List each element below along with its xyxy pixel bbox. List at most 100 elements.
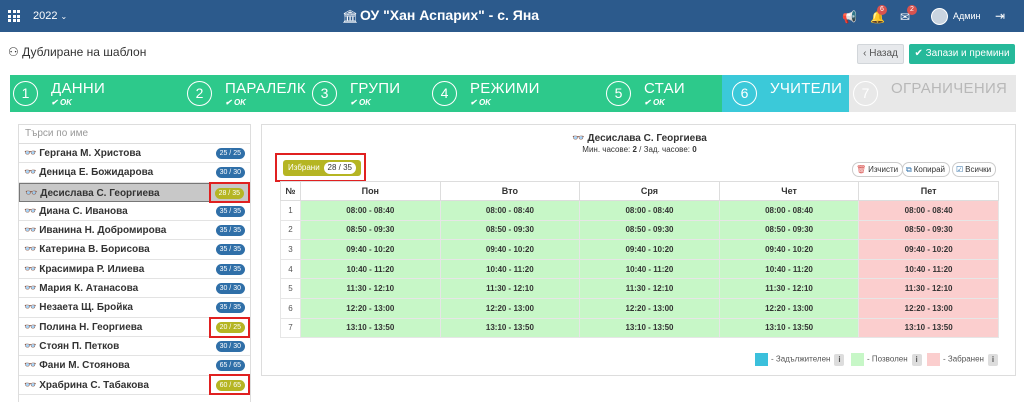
column-header[interactable]: Пон: [300, 181, 441, 201]
list-item[interactable]: 👓 Мария К. Атанасова 30 / 30: [19, 279, 250, 299]
slot-cell[interactable]: 11:30 - 12:10: [300, 278, 441, 299]
search-input[interactable]: Търси по име: [19, 125, 250, 144]
slot-cell[interactable]: 08:50 - 09:30: [579, 219, 720, 241]
slot-cell[interactable]: 13:10 - 13:50: [858, 317, 999, 339]
step-rezhimi[interactable]: 4 РЕЖИМИ ✔ OK: [432, 75, 602, 112]
list-item[interactable]: 👓 Стоян П. Петков 30 / 30: [19, 337, 250, 357]
copy-button[interactable]: ⧉ Копирай: [902, 162, 950, 177]
row-number: 3: [280, 239, 301, 260]
glasses-icon: 👓: [24, 148, 37, 159]
apps-grid-icon[interactable]: [8, 10, 20, 22]
clear-button[interactable]: 🗑 Изчисти: [852, 162, 904, 177]
highlight-box: [275, 153, 366, 182]
slot-cell[interactable]: 12:20 - 13:00: [579, 297, 720, 319]
slot-cell[interactable]: 13:10 - 13:50: [718, 317, 860, 339]
step-label: СТАИ: [644, 80, 685, 97]
trash-icon: 🗑: [856, 165, 867, 174]
slot-cell[interactable]: 08:00 - 08:40: [579, 200, 720, 221]
slot-cell[interactable]: 11:30 - 12:10: [718, 278, 860, 299]
slot-cell[interactable]: 10:40 - 11:20: [858, 258, 999, 280]
slot-cell[interactable]: 12:20 - 13:00: [858, 297, 999, 319]
column-header[interactable]: Вто: [439, 181, 581, 201]
slot-cell[interactable]: 10:40 - 11:20: [300, 258, 441, 280]
copy-icon: ⧉: [906, 165, 912, 174]
slot-cell[interactable]: 12:20 - 13:00: [300, 297, 441, 319]
step-paralelki[interactable]: 2 ПАРАЛЕЛКИ ✔ OK: [187, 75, 307, 112]
avatar[interactable]: [931, 8, 948, 25]
slot-cell[interactable]: 13:10 - 13:50: [439, 317, 581, 339]
slot-cell[interactable]: 12:20 - 13:00: [718, 297, 860, 319]
step-ogranichenia[interactable]: 7 ОГРАНИЧЕНИЯ: [853, 75, 1013, 112]
step-uchiteli[interactable]: 6 УЧИТЕЛИ: [732, 75, 847, 112]
slot-cell[interactable]: 08:00 - 08:40: [300, 200, 441, 221]
info-icon[interactable]: i: [834, 353, 845, 366]
step-data[interactable]: 1 ДАННИ ✔ OK: [13, 75, 183, 112]
slot-cell[interactable]: 11:30 - 12:10: [858, 278, 999, 299]
list-item[interactable]: 👓 Фани М. Стоянова 65 / 65: [19, 356, 250, 376]
year-selector[interactable]: 2022 ⌄: [33, 10, 67, 22]
year-label: 2022: [33, 10, 58, 22]
column-header[interactable]: Чет: [718, 181, 860, 201]
bell-icon[interactable]: 🔔 6: [870, 5, 887, 24]
slot-cell[interactable]: 11:30 - 12:10: [579, 278, 720, 299]
slot-cell[interactable]: 13:10 - 13:50: [579, 317, 720, 339]
step-status: ✔ OK: [51, 98, 72, 107]
table-row: 6 12:20 - 13:00 12:20 - 13:00 12:20 - 13…: [280, 297, 999, 319]
column-header[interactable]: Пет: [858, 181, 999, 201]
legend-forbidden: - Забранен i: [927, 353, 998, 366]
save-and-continue-button[interactable]: ✔ Запази и премини: [909, 44, 1015, 64]
list-item[interactable]: 👓 Диана С. Иванова 35 / 35: [19, 202, 250, 222]
list-item[interactable]: 👓 Незаета Щ. Бройка 35 / 35: [19, 298, 250, 318]
highlight-box: [209, 182, 250, 203]
slot-cell[interactable]: 08:50 - 09:30: [718, 219, 860, 241]
list-item[interactable]: 👓 Гергана М. Христова 25 / 25: [19, 144, 250, 164]
slot-cell[interactable]: 08:50 - 09:30: [858, 219, 999, 241]
column-header[interactable]: Сря: [579, 181, 720, 201]
user-name[interactable]: Админ: [953, 11, 980, 21]
school-title: ОУ "Хан Аспарих" - с. Яна: [360, 7, 540, 23]
row-number: 1: [280, 200, 301, 221]
slot-cell[interactable]: 11:30 - 12:10: [439, 278, 581, 299]
slot-cell[interactable]: 08:00 - 08:40: [718, 200, 860, 221]
list-item[interactable]: 👓 Красимира Р. Илиева 35 / 35: [19, 260, 250, 280]
logout-icon[interactable]: ⇥: [995, 9, 1005, 23]
teacher-name: Незаета Щ. Бройка: [39, 302, 133, 314]
slot-cell[interactable]: 09:40 - 10:20: [858, 239, 999, 260]
info-icon[interactable]: i: [987, 353, 998, 366]
hours-badge: 30 / 30: [215, 340, 245, 352]
slot-cell[interactable]: 08:00 - 08:40: [858, 200, 999, 221]
slot-cell[interactable]: 09:40 - 10:20: [300, 239, 441, 260]
slot-cell[interactable]: 10:40 - 11:20: [579, 258, 720, 280]
slot-cell[interactable]: 10:40 - 11:20: [439, 258, 581, 280]
row-number: 6: [280, 297, 301, 319]
step-number: 3: [312, 81, 337, 106]
list-item[interactable]: 👓 Катерина В. Борисова 35 / 35: [19, 240, 250, 260]
slot-cell[interactable]: 12:20 - 13:00: [439, 297, 581, 319]
list-item[interactable]: 👓 Иванина Н. Добромирова 35 / 35: [19, 221, 250, 241]
hours-badge: 35 / 35: [215, 263, 245, 275]
step-stai[interactable]: 5 СТАИ ✔ OK: [606, 75, 716, 112]
slot-cell[interactable]: 08:50 - 09:30: [439, 219, 581, 241]
glasses-icon: 👓: [24, 283, 37, 295]
save-label: Запази и премини: [925, 48, 1010, 59]
back-button[interactable]: ‹ Назад: [857, 44, 904, 64]
slot-cell[interactable]: 08:50 - 09:30: [300, 219, 441, 241]
duplicate-icon: ⚇: [8, 45, 23, 59]
slot-cell[interactable]: 13:10 - 13:50: [300, 317, 441, 339]
table-row: 1 08:00 - 08:40 08:00 - 08:40 08:00 - 08…: [280, 200, 999, 221]
messages-icon[interactable]: ✉ 2: [900, 5, 917, 24]
info-icon[interactable]: i: [911, 353, 922, 366]
step-status: ✔ OK: [350, 98, 371, 107]
slot-cell[interactable]: 09:40 - 10:20: [718, 239, 860, 260]
slot-cell[interactable]: 09:40 - 10:20: [439, 239, 581, 260]
slot-cell[interactable]: 08:00 - 08:40: [439, 200, 581, 221]
list-item[interactable]: 👓 Деница Е. Божидарова 30 / 30: [19, 163, 250, 183]
row-number: 5: [280, 278, 301, 299]
megaphone-icon[interactable]: 📢: [842, 10, 857, 24]
slot-cell[interactable]: 10:40 - 11:20: [718, 258, 860, 280]
step-grupi[interactable]: 3 ГРУПИ ✔ OK: [312, 75, 422, 112]
teacher-name: Храбрина С. Табакова: [39, 379, 149, 391]
slot-cell[interactable]: 09:40 - 10:20: [579, 239, 720, 260]
select-all-button[interactable]: ☑ Всички: [952, 162, 997, 177]
hours-summary: Мин. часове: 2 / Зад. часове: 0: [582, 145, 697, 154]
